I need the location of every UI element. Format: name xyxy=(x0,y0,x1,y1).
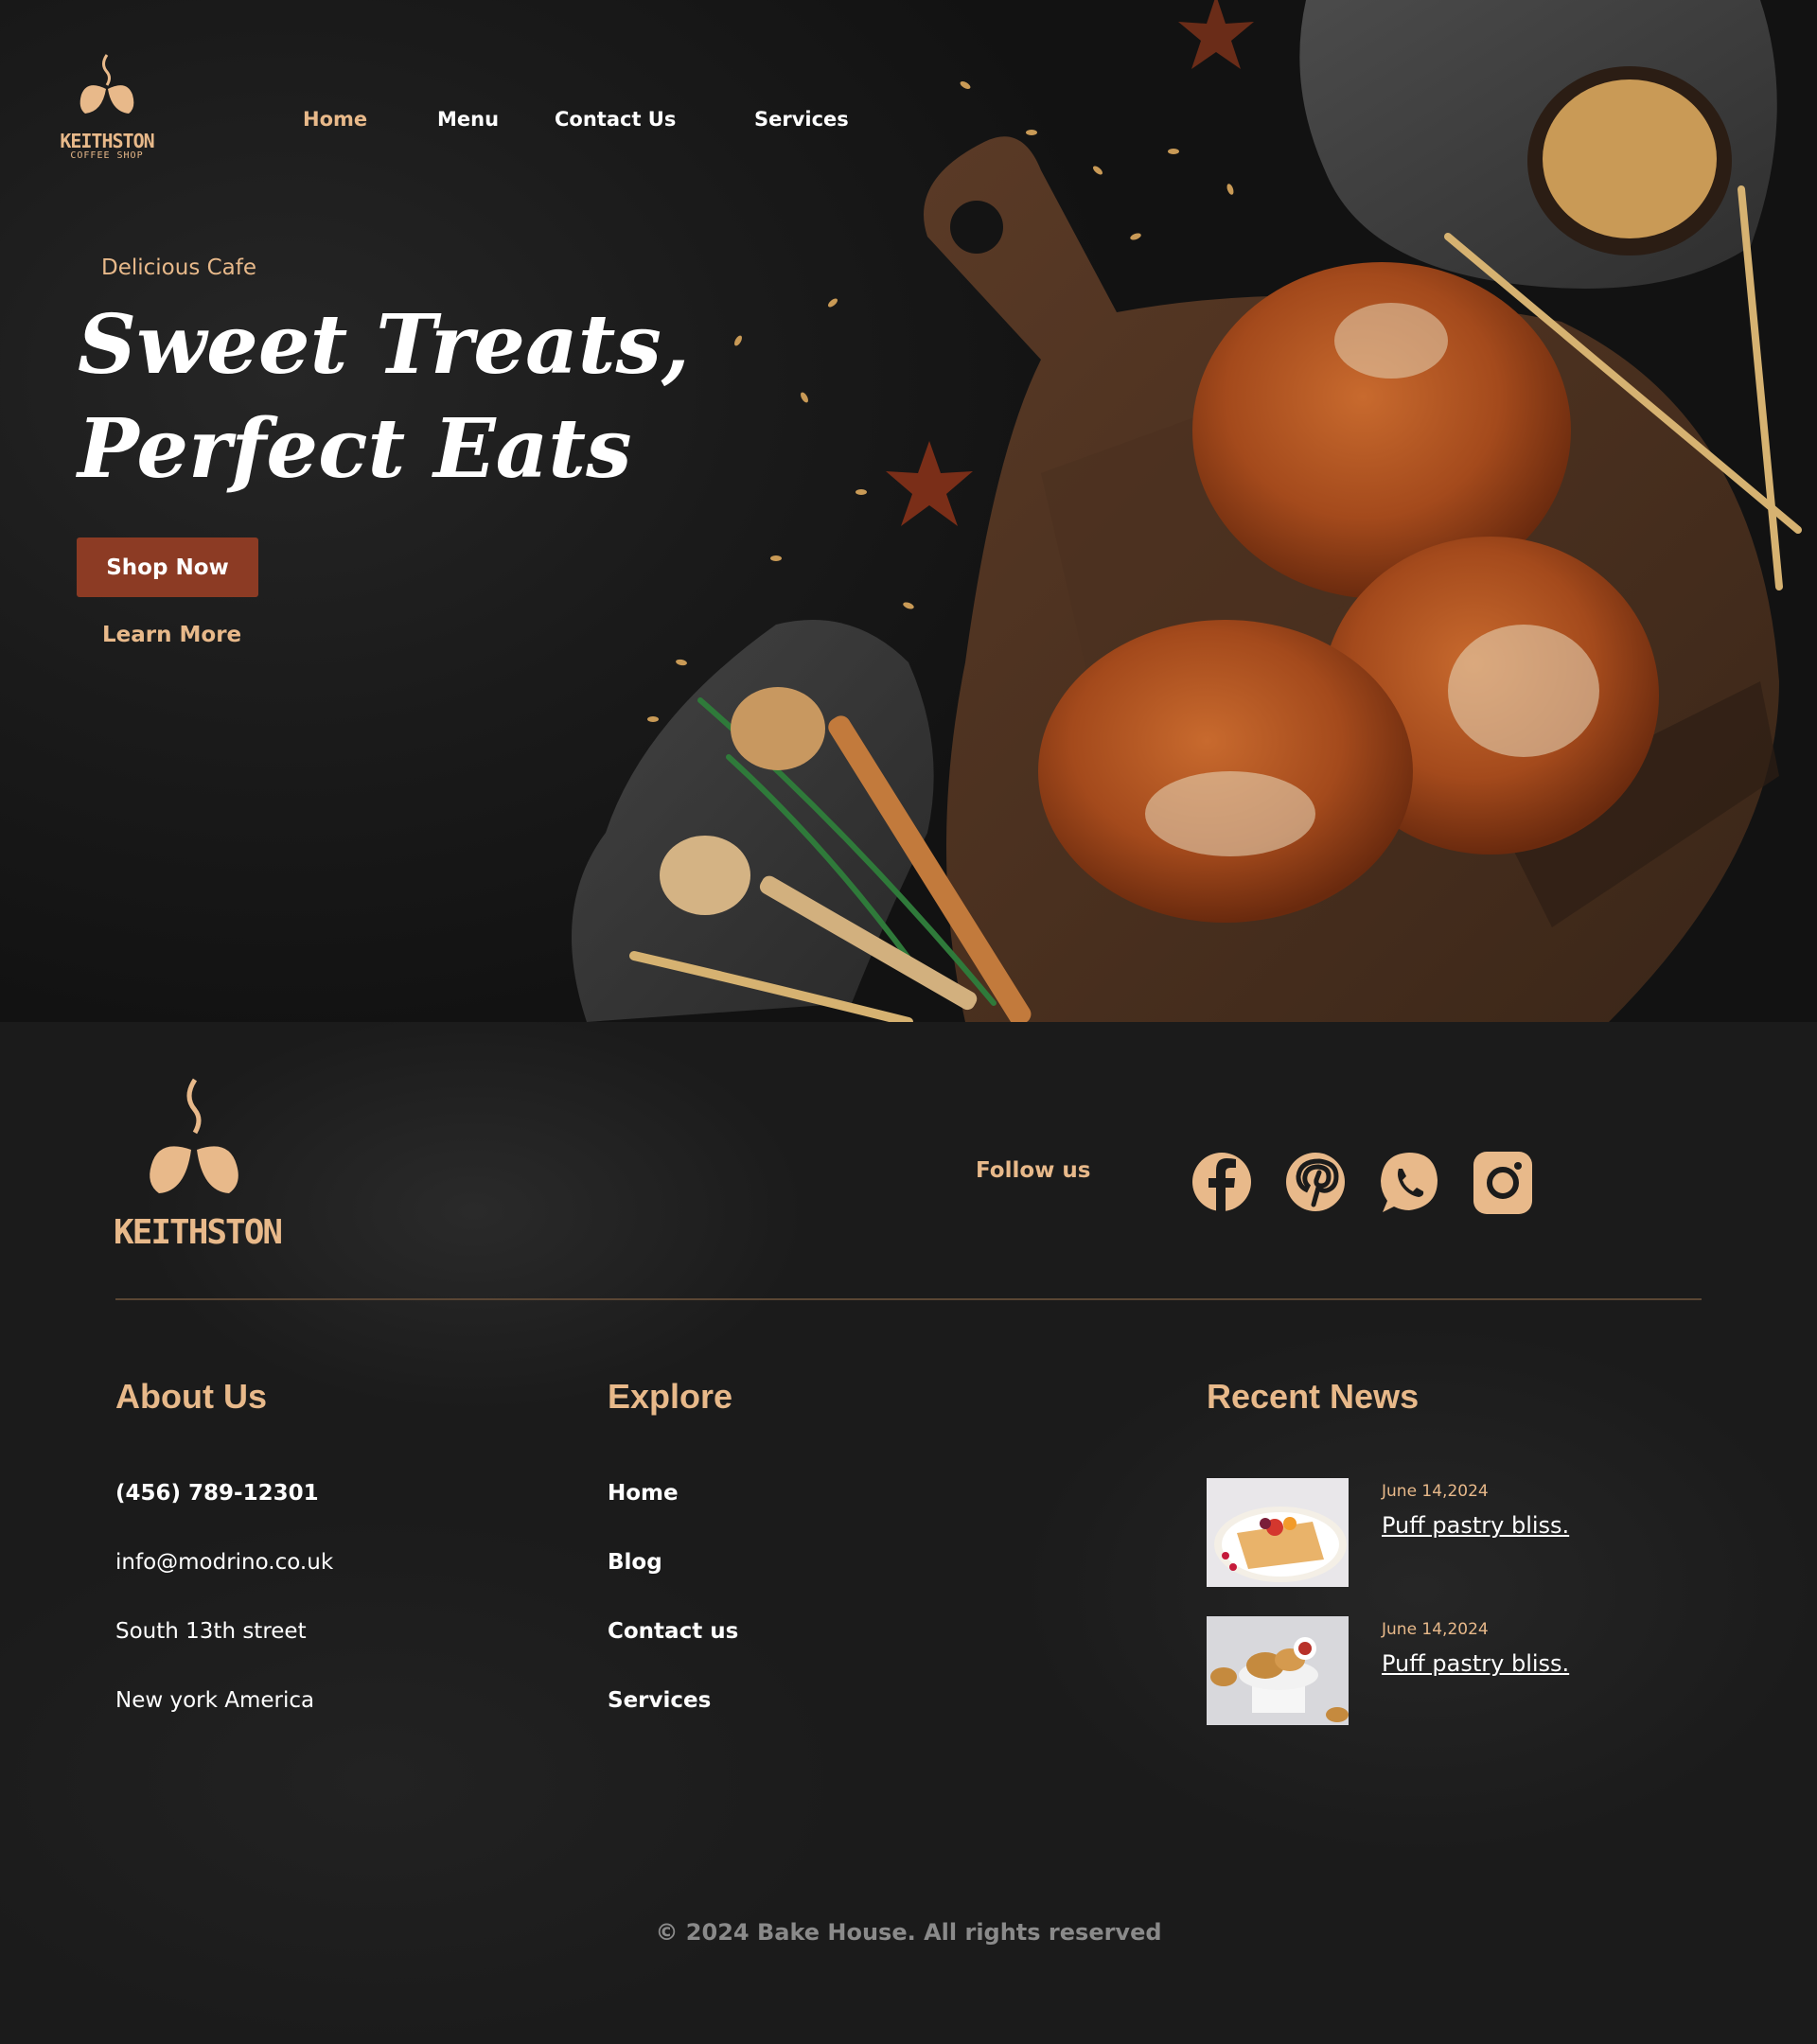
learn-more-link[interactable]: Learn More xyxy=(102,623,241,647)
coffee-bean-icon xyxy=(150,1078,238,1193)
hero-image xyxy=(572,0,1802,1022)
brand-tagline: COFFEE SHOP xyxy=(70,150,144,161)
footer-logo[interactable]: KEITHSTON xyxy=(114,1074,283,1252)
brand-name: KEITHSTON xyxy=(114,1213,283,1252)
news-date: June 14,2024 xyxy=(1382,1620,1489,1639)
nav-menu[interactable]: Menu xyxy=(437,108,499,131)
news-title[interactable]: Puff pastry bliss. xyxy=(1382,1650,1569,1677)
follow-us-label: Follow us xyxy=(976,1158,1091,1183)
nav-home[interactable]: Home xyxy=(303,108,367,131)
facebook-icon[interactable] xyxy=(1191,1148,1252,1216)
explore-title: Explore xyxy=(608,1377,733,1416)
whatsapp-icon[interactable] xyxy=(1379,1148,1439,1216)
email-address[interactable]: info@modrino.co.uk xyxy=(115,1550,333,1575)
footer-divider xyxy=(115,1298,1702,1300)
address-street: South 13th street xyxy=(115,1619,307,1644)
brand-name: KEITHSTON xyxy=(60,130,154,152)
shop-now-button[interactable]: Shop Now xyxy=(77,537,258,597)
recent-news-title: Recent News xyxy=(1207,1377,1420,1416)
hero-headline-line1: Sweet Treats, xyxy=(78,297,690,393)
pinterest-icon[interactable] xyxy=(1285,1148,1346,1216)
footer-link-home[interactable]: Home xyxy=(608,1481,679,1506)
hero-section: KEITHSTON COFFEE SHOP Home Menu Contact … xyxy=(0,0,1817,1022)
hero-headline-line2: Perfect Eats xyxy=(78,401,632,497)
address-city: New york America xyxy=(115,1688,315,1713)
coffee-bean-icon xyxy=(79,54,134,114)
star-anise xyxy=(1178,0,1254,69)
site-footer: KEITHSTON Follow us About Us (456) 789-1… xyxy=(0,1022,1817,2044)
news-thumbnail[interactable] xyxy=(1207,1616,1349,1725)
hero-headline: Sweet Treats, Perfect Eats xyxy=(78,293,690,502)
nav-contact-us[interactable]: Contact Us xyxy=(555,108,676,131)
news-title[interactable]: Puff pastry bliss. xyxy=(1382,1512,1569,1539)
about-us-title: About Us xyxy=(115,1377,267,1416)
nav-services[interactable]: Services xyxy=(754,108,849,131)
footer-link-services[interactable]: Services xyxy=(608,1688,711,1713)
phone-number[interactable]: (456) 789-12301 xyxy=(115,1481,319,1506)
copyright-text: © 2024 Bake House. All rights reserved xyxy=(655,1919,1162,1946)
instagram-icon[interactable] xyxy=(1473,1148,1533,1216)
footer-link-contact-us[interactable]: Contact us xyxy=(608,1619,738,1644)
news-thumbnail[interactable] xyxy=(1207,1478,1349,1587)
news-date: June 14,2024 xyxy=(1382,1482,1489,1501)
footer-link-blog[interactable]: Blog xyxy=(608,1550,662,1575)
header-logo[interactable]: KEITHSTON COFFEE SHOP xyxy=(55,51,159,161)
hero-eyebrow: Delicious Cafe xyxy=(101,256,257,280)
